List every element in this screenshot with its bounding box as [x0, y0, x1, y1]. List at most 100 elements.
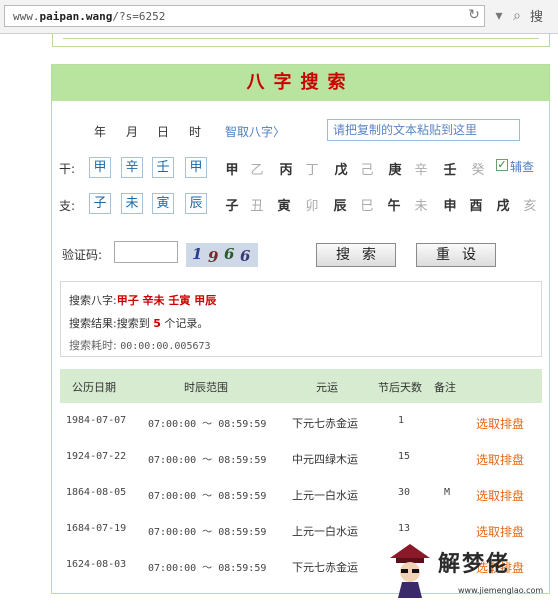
header-days: 节后天数 — [378, 381, 422, 394]
reload-icon[interactable]: ↻ — [463, 5, 485, 25]
search-summary: 搜索八字:甲子 辛未 壬寅 甲辰 搜索结果:搜索到 5 个记录。 搜索耗时: 0… — [60, 281, 542, 357]
cell-yun: 上元一白水运 — [292, 489, 358, 502]
bazi-search-panel: 八字搜索 年 月 日 时 智取八字〉 请把复制的文本粘贴到这里 干: 甲 辛 壬… — [51, 64, 550, 594]
captcha-label: 验证码: — [62, 248, 103, 262]
cell-date: 1984-07-07 — [66, 415, 127, 426]
hour-stem-select[interactable]: 甲 — [185, 157, 207, 178]
column-day: 日 — [157, 125, 170, 139]
smart-fetch-link[interactable]: 智取八字〉 — [225, 123, 285, 140]
cell-range: 07:00:00 ～ 08:59:59 — [148, 455, 267, 466]
header-note: 备注 — [434, 381, 456, 394]
cell-days: 30 — [398, 487, 411, 498]
cell-date: 1684-07-19 — [66, 523, 127, 534]
summary-bazi: 搜索八字:甲子 辛未 壬寅 甲辰 — [69, 294, 217, 307]
browser-toolbar: www.paipan.wang/?s=6252 ↻ ▾ ⌕ 搜 — [0, 0, 558, 34]
column-hour: 时 — [189, 125, 202, 139]
search-icon[interactable]: ⌕ — [508, 6, 526, 26]
select-chart-link[interactable]: 选取排盘 — [476, 487, 524, 504]
branch-option[interactable]: 亥 — [522, 195, 538, 214]
address-text[interactable]: www.paipan.wang/?s=6252 — [13, 10, 165, 23]
summary-result: 搜索结果:搜索到 5 个记录。 — [69, 317, 209, 330]
branch-label: 支: — [59, 199, 76, 213]
stem-option[interactable]: 戊 — [333, 159, 349, 178]
address-bar[interactable]: www.paipan.wang/?s=6252 ↻ — [4, 5, 485, 27]
branch-option[interactable]: 戌 — [495, 195, 511, 214]
year-stem-select[interactable]: 甲 — [89, 157, 111, 178]
header-date: 公历日期 — [72, 381, 116, 394]
captcha-char: 1 — [192, 245, 203, 263]
cell-days: 1 — [398, 415, 405, 426]
branch-option[interactable]: 未 — [413, 195, 429, 214]
column-year: 年 — [94, 125, 107, 139]
cell-range: 07:00:00 ～ 08:59:59 — [148, 527, 267, 538]
month-branch-select[interactable]: 未 — [121, 193, 143, 214]
select-chart-link[interactable]: 选取排盘 — [476, 523, 524, 540]
watermark-url: www.jiemenglao.com — [458, 586, 544, 595]
cell-date: 1624-08-03 — [66, 559, 127, 570]
year-branch-select[interactable]: 子 — [89, 193, 111, 214]
stem-option[interactable]: 壬 — [442, 159, 458, 178]
branch-option[interactable]: 子 — [224, 195, 240, 214]
cell-yun: 中元四绿木运 — [292, 453, 358, 466]
cell-range: 07:00:00 ～ 08:59:59 — [148, 563, 267, 574]
stem-option[interactable]: 辛 — [413, 159, 429, 178]
stem-label: 干: — [59, 162, 76, 176]
branch-option[interactable]: 寅 — [276, 195, 292, 214]
stem-option[interactable]: 丙 — [278, 159, 294, 178]
branch-option[interactable]: 午 — [386, 195, 402, 214]
previous-panel-bottom — [52, 33, 550, 47]
search-engine-label[interactable]: 搜 — [530, 6, 543, 25]
branch-option[interactable]: 巳 — [359, 195, 375, 214]
table-header: 公历日期 时辰范围 元运 节后天数 备注 — [60, 369, 542, 403]
cell-date: 1864-08-05 — [66, 487, 127, 498]
dropdown-arrow-icon[interactable]: ▾ — [488, 6, 510, 26]
captcha-image[interactable]: 1 9 6 6 — [186, 243, 258, 267]
hour-branch-select[interactable]: 辰 — [185, 193, 207, 214]
stem-option[interactable]: 甲 — [224, 159, 240, 178]
branch-option[interactable]: 酉 — [468, 195, 484, 214]
cell-yun: 上元一白水运 — [292, 525, 358, 538]
stem-option[interactable]: 癸 — [470, 159, 486, 178]
cell-note: M — [444, 487, 451, 498]
cell-yun: 下元七赤金运 — [292, 561, 358, 574]
branch-option[interactable]: 申 — [442, 195, 458, 214]
table-row: 1864-08-05 07:00:00 ～ 08:59:59 上元一白水运 30 M 选取… — [60, 477, 542, 513]
cell-yun: 下元七赤金运 — [292, 417, 358, 430]
aux-checkbox[interactable]: ✓ — [496, 159, 508, 171]
search-button[interactable]: 搜索 — [316, 243, 396, 267]
captcha-char: 9 — [208, 248, 219, 266]
captcha-char: 6 — [224, 245, 235, 263]
captcha-input[interactable] — [114, 241, 178, 263]
panel-title: 八字搜索 — [52, 65, 549, 101]
column-month: 月 — [126, 125, 139, 139]
cell-range: 07:00:00 ～ 08:59:59 — [148, 419, 267, 430]
captcha-char: 6 — [240, 247, 251, 265]
branch-option[interactable]: 丑 — [249, 195, 265, 214]
cell-date: 1924-07-22 — [66, 451, 127, 462]
cell-days: 15 — [398, 451, 411, 462]
stem-option[interactable]: 丁 — [304, 159, 320, 178]
select-chart-link[interactable]: 选取排盘 — [476, 415, 524, 432]
table-row: 1984-07-07 07:00:00 ～ 08:59:59 下元七赤金运 1 选取排盘 — [60, 405, 542, 441]
site-watermark: 解梦佬 www.jiemenglao.com — [386, 542, 554, 600]
stem-option[interactable]: 乙 — [249, 159, 265, 178]
cell-range: 07:00:00 ～ 08:59:59 — [148, 491, 267, 502]
paste-input[interactable]: 请把复制的文本粘贴到这里 — [327, 119, 520, 141]
day-branch-select[interactable]: 寅 — [152, 193, 174, 214]
reset-button[interactable]: 重设 — [416, 243, 496, 267]
header-yun: 元运 — [316, 381, 338, 394]
fortune-teller-logo-icon — [390, 544, 430, 598]
watermark-text: 解梦佬 — [438, 551, 511, 577]
stem-option[interactable]: 庚 — [387, 159, 403, 178]
month-stem-select[interactable]: 辛 — [121, 157, 143, 178]
cell-days: 13 — [398, 523, 411, 534]
table-row: 1924-07-22 07:00:00 ～ 08:59:59 中元四绿木运 15 选取排… — [60, 441, 542, 477]
header-range: 时辰范围 — [184, 381, 228, 394]
day-stem-select[interactable]: 壬 — [152, 157, 174, 178]
summary-time: 搜索耗时: 00:00:00.005673 — [69, 339, 211, 352]
stem-option[interactable]: 己 — [359, 159, 375, 178]
aux-checkbox-label[interactable]: 辅查 — [510, 158, 534, 175]
branch-option[interactable]: 辰 — [332, 195, 348, 214]
branch-option[interactable]: 卯 — [304, 195, 320, 214]
select-chart-link[interactable]: 选取排盘 — [476, 451, 524, 468]
